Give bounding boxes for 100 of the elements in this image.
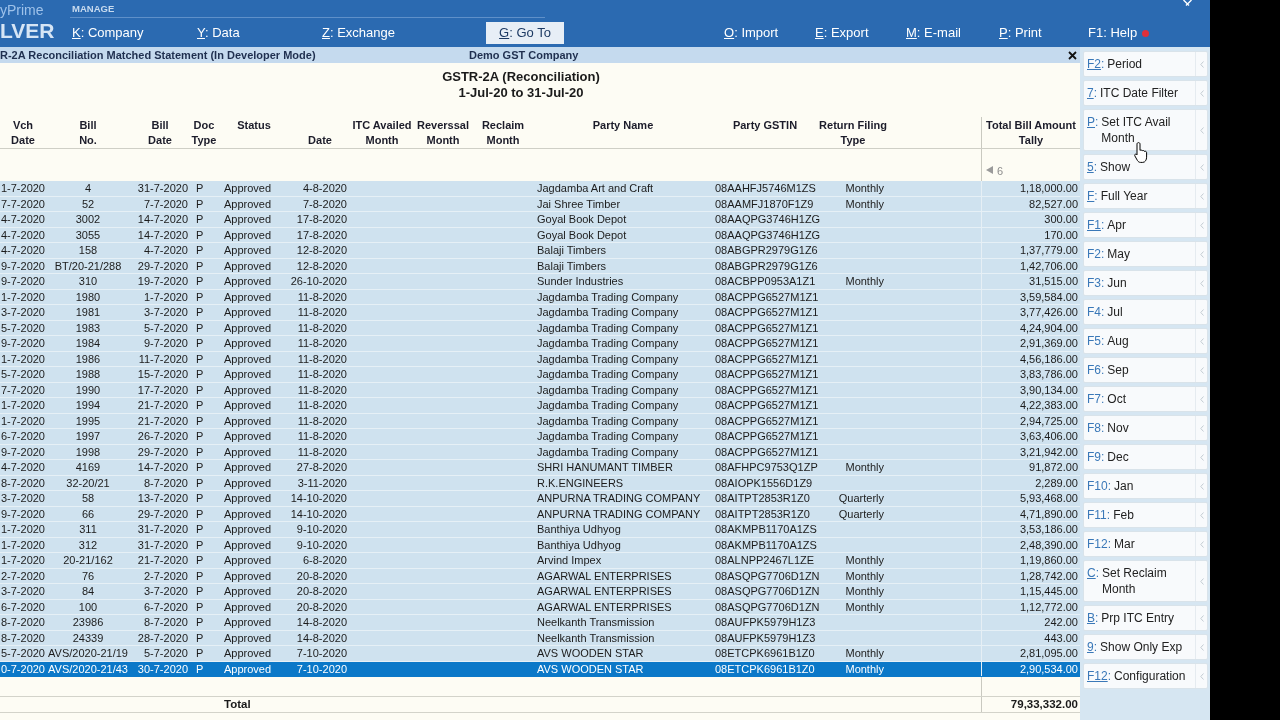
sidebar-button[interactable]: 9: Show Only Exp [1083,634,1208,660]
table-row[interactable]: 5-7-2020 1988 15-7-2020 P Approved 11-8-2020 Jagdamba Trading Company 08ACPPG6527M1Z1 3,83,786.00 [0,367,1080,383]
table-cell: 17-8-2020 [296,227,347,242]
sidebar-button[interactable]: F2: Period [1083,51,1208,77]
table-row[interactable]: 1-7-2020 311 31-7-2020 P Approved 9-10-2020 Banthiya Udhyog 08AKMPB1170A1ZS 3,53,186.00 [0,522,1080,538]
table-cell: Jagdamba Trading Company [537,413,679,428]
table-row[interactable]: 8-7-2020 23986 8-7-2020 P Approved 14-8-2020 Neelkanth Transmission 08AUFPK5979H1Z3 242.00 [0,615,1080,631]
table-cell: 08ASQPG7706D1ZN [715,599,820,614]
table-cell: AVS/2020-21/43 [48,661,128,676]
table-cell: Approved [224,382,272,397]
sidebar-button[interactable]: F7: Oct [1083,386,1208,412]
menu-item[interactable]: M: E-mail [906,21,961,44]
table-row[interactable]: 9-7-2020 1984 9-7-2020 P Approved 11-8-2020 Jagdamba Trading Company 08ACPPG6527M1Z1 2,91,369.00 [0,336,1080,352]
column-header: Doc Type [191,118,217,148]
sidebar-button[interactable]: F2: May [1083,241,1208,267]
table-cell: 4,24,904.00 [1019,320,1078,335]
table-row[interactable]: 6-7-2020 1997 26-7-2020 P Approved 11-8-2020 Jagdamba Trading Company 08ACPPG6527M1Z1 3,63,406.00 [0,429,1080,445]
sidebar-button[interactable]: B: Prp ITC Entry [1083,605,1208,631]
column-header: Total Bill Amount Tally [986,118,1076,148]
menu-item[interactable]: P: Print [999,21,1042,44]
table-cell: 100 [78,599,98,614]
table-row[interactable]: 1-7-2020 1994 21-7-2020 P Approved 11-8-2020 Jagdamba Trading Company 08ACPPG6527M1Z1 4,22,383.00 [0,398,1080,414]
table-cell: 3,63,406.00 [1019,429,1078,444]
sidebar-button[interactable]: C: Set Reclaim Month [1083,560,1208,602]
sidebar-button[interactable]: F10: Jan [1083,473,1208,499]
menu-item[interactable]: K: Company [72,21,144,44]
menu-item[interactable]: Y: Data [197,21,240,44]
table-row[interactable]: 3-7-2020 1981 3-7-2020 P Approved 11-8-2020 Jagdamba Trading Company 08ACPPG6527M1Z1 3,77,426.00 [0,305,1080,321]
table-cell: 1994 [75,398,101,413]
table-cell: 2,48,390.00 [1019,537,1078,552]
table-cell: BT/20-21/288 [54,258,122,273]
table-cell: Monthly [845,460,884,475]
table-cell: 08AITPT2853R1Z0 [715,506,810,521]
sidebar-button[interactable]: F6: Sep [1083,357,1208,383]
table-cell: 11-7-2020 [138,351,188,366]
table-cell: P [196,646,204,661]
table-cell: 82,527.00 [1029,196,1078,211]
table-cell: 8-7-2020 [143,475,188,490]
table-cell: Jagdamba Trading Company [537,320,679,335]
table-cell: Approved [224,274,272,289]
table-cell: Approved [224,646,272,661]
sidebar-button[interactable]: P: Set ITC Avail Month [1083,109,1208,151]
table-cell: 9-7-2020 [0,336,45,351]
table-cell: 1981 [75,305,101,320]
table-cell: 4-7-2020 [0,243,45,258]
table-cell: Monthly [845,661,884,676]
table-row[interactable]: 5-7-2020 AVS/2020-21/19 5-7-2020 P Approved 7-10-2020 AVS WOODEN STAR 08ETCPK6961B1Z0 Monthly 2,81,095.00 [0,646,1080,662]
report-title: GSTR-2A (Reconciliation) [442,69,600,85]
table-cell: AVS/2020-21/19 [48,646,128,661]
sidebar-button[interactable]: F12: Mar [1083,531,1208,557]
sidebar-button[interactable]: F8: Nov [1083,415,1208,441]
menu-item[interactable]: O: Import [724,21,779,44]
table-cell: AGARWAL ENTERPRISES [537,599,672,614]
table-cell: 84 [81,584,95,599]
close-icon[interactable] [1068,50,1077,60]
table-cell: 1983 [75,320,101,335]
table-cell: P [196,491,204,506]
table-cell: 170.00 [1044,227,1078,242]
table-row[interactable]: 4-7-2020 4169 14-7-2020 P Approved 27-8-2020 SHRI HANUMANT TIMBER 08AFHPC9753Q1ZP Monthly 91,872.00 [0,460,1080,476]
table-cell: 4-7-2020 [143,243,188,258]
sidebar-button[interactable]: 7: ITC Date Filter [1083,80,1208,106]
sidebar-button[interactable]: 5: Show [1083,154,1208,180]
sidebar-button[interactable]: F11: Feb [1083,502,1208,528]
chevron-left-icon [1199,126,1204,134]
menu-item[interactable]: Z: Exchange [322,21,396,44]
sidebar-button[interactable]: F3: Jun [1083,270,1208,296]
table-row[interactable]: 4-7-2020 3002 14-7-2020 P Approved 17-8-2020 Goyal Book Depot 08AAQPG3746H1ZG 300.00 [0,212,1080,228]
table-row[interactable]: 3-7-2020 58 13-7-2020 P Approved 14-10-2020 ANPURNA TRADING COMPANY 08AITPT2853R1Z0 Quarterly 5,93,468.00 [0,491,1080,507]
table-row[interactable]: 4-7-2020 158 4-7-2020 P Approved 12-8-2020 Balaji Timbers 08ABGPR2979G1Z6 1,37,779.00 [0,243,1080,259]
sidebar-button[interactable]: F4: Jul [1083,299,1208,325]
table-cell: 08ABGPR2979G1Z6 [715,258,818,273]
table-row[interactable]: 1-7-2020 4 31-7-2020 P Approved 4-8-2020 Jagdamba Art and Craft 08AAHFJ5746M1ZS Monthly 1,18,000.00 [0,181,1080,197]
table-row[interactable]: 1-7-2020 20-21/162 21-7-2020 P Approved 6-8-2020 Arvind Impex 08ALNPP2467L1ZE Monthly 1,19,860.00 [0,553,1080,569]
sidebar-button[interactable]: F: Full Year [1083,183,1208,209]
column-header: Reclaim Month [481,118,525,148]
table-cell: 3-7-2020 [0,305,45,320]
table-cell: 11-8-2020 [297,413,347,428]
menu-item[interactable]: G: Go To [486,21,564,44]
table-cell: 9-7-2020 [0,258,45,273]
menu-item[interactable]: E: Export [815,21,869,44]
table-cell: 2,81,095.00 [1019,646,1078,661]
table-cell: 1988 [75,367,101,382]
table-cell: 7-7-2020 [0,382,45,397]
table-cell: 14-7-2020 [137,212,188,227]
table-cell: 9-7-2020 [143,336,188,351]
table-cell: P [196,522,204,537]
table-row[interactable]: 3-7-2020 84 3-7-2020 P Approved 20-8-2020 AGARWAL ENTERPRISES 08ASQPG7706D1ZN Monthly 1,15,445.00 [0,584,1080,600]
sidebar-button[interactable]: F9: Dec [1083,444,1208,470]
table-row[interactable]: 9-7-2020 310 19-7-2020 P Approved 26-10-2020 Sunder Industries 08ACBPP0953A1Z1 Monthly 31,515.00 [0,274,1080,290]
table-cell: 312 [78,537,98,552]
sidebar-button[interactable]: F12: Configuration [1083,663,1208,689]
sidebar-button[interactable]: F1: Apr [1083,212,1208,238]
table-cell: 1998 [75,444,101,459]
section-label: MANAGE [72,2,115,16]
table-cell: Monthly [845,553,884,568]
menu-item[interactable]: F1: Help [1088,21,1150,44]
table-cell: 8-7-2020 [143,615,188,630]
sidebar-button[interactable]: F5: Aug [1083,328,1208,354]
table-cell: 11-8-2020 [297,429,347,444]
table-cell: 4169 [75,460,101,475]
